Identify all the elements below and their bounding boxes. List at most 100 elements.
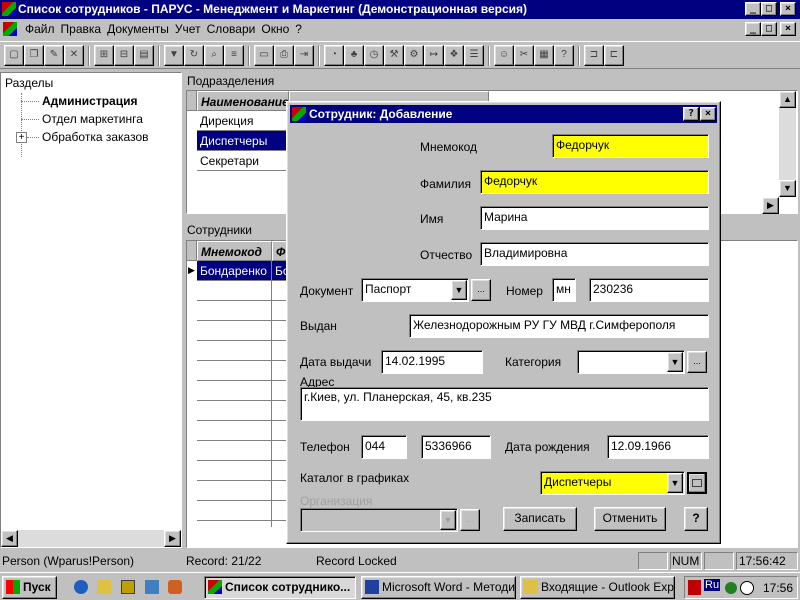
window-title-bar[interactable]: Список сотрудников - ПАРУС - Менеджмент …	[0, 0, 800, 19]
child-close-button[interactable]: ×	[780, 22, 796, 36]
cancel-button[interactable]: Отменить	[594, 507, 666, 531]
number-series-input[interactable]: мн	[552, 278, 576, 302]
maximize-button[interactable]: □	[761, 2, 777, 16]
minimize-button[interactable]: _	[745, 2, 761, 16]
edit-record-icon[interactable]: ✎	[44, 45, 64, 66]
child-maximize-button[interactable]: □	[761, 22, 777, 36]
clock-icon[interactable]: ◷	[364, 45, 384, 66]
quicklaunch-channels-icon[interactable]	[145, 580, 159, 594]
catalog-select[interactable]: Диспетчеры	[540, 471, 685, 495]
start-button[interactable]: Пуск	[2, 576, 57, 599]
delete-record-icon[interactable]: ✕	[64, 45, 84, 66]
quicklaunch-desktop-icon[interactable]	[121, 580, 135, 594]
users-icon[interactable]: ☺	[494, 45, 514, 66]
export-icon[interactable]: ⇥	[294, 45, 314, 66]
tools-icon[interactable]: ⚒	[384, 45, 404, 66]
window-tile-icon[interactable]: ⊏	[604, 45, 624, 66]
tree-item-marketing[interactable]: Отдел маркетинга	[42, 112, 143, 126]
menu-file[interactable]: Файл	[22, 19, 58, 39]
category-dropdown-icon[interactable]: ▼	[667, 352, 683, 372]
mnemocode-input[interactable]: Федорчук	[552, 134, 709, 158]
document-browse-button[interactable]: ...	[471, 279, 491, 301]
tray-clock-icon[interactable]	[740, 581, 754, 595]
help-icon[interactable]: ?	[554, 45, 574, 66]
left-scroll-right-button[interactable]: ▶	[164, 530, 181, 547]
dept-scroll-up-button[interactable]: ▲	[779, 91, 796, 108]
row-props-icon[interactable]: ▤	[134, 45, 154, 66]
dept-scroll-down-button[interactable]: ▼	[779, 180, 796, 197]
close-button[interactable]: ×	[780, 2, 796, 16]
task-employees-list[interactable]: Список сотруднико...	[204, 576, 356, 599]
dialog-help-button[interactable]: ?	[683, 107, 699, 121]
tray-clock[interactable]: 17:56	[763, 581, 793, 595]
left-scrollbar-track[interactable]	[18, 530, 164, 547]
dialog-help-bottom-button[interactable]: ?	[684, 507, 708, 531]
quicklaunch-app-icon[interactable]	[168, 580, 182, 594]
insert-row-icon[interactable]: ⊞	[94, 45, 114, 66]
dept-vscroll-track[interactable]	[779, 108, 796, 180]
address-input[interactable]: г.Киев, ул. Планерская, 45, кв.235	[300, 387, 709, 421]
report-icon[interactable]: ▭	[254, 45, 274, 66]
number-input[interactable]: 230236	[589, 278, 709, 302]
child-minimize-button[interactable]: _	[745, 22, 761, 36]
jump-icon[interactable]: ↦	[424, 45, 444, 66]
relations-icon[interactable]: ❖	[444, 45, 464, 66]
name-input[interactable]: Марина	[480, 206, 709, 230]
organization-dropdown-icon[interactable]: ▼	[440, 510, 456, 530]
document-dropdown-icon[interactable]: ▼	[451, 280, 467, 300]
menu-edit[interactable]: Правка	[58, 19, 105, 39]
tree-item-administration[interactable]: Администрация	[42, 94, 137, 108]
copy-record-icon[interactable]: ❐	[24, 45, 44, 66]
surname-input[interactable]: Федорчук	[480, 170, 709, 194]
window-cascade-icon[interactable]: ⊐	[584, 45, 604, 66]
tree-expand-icon[interactable]: +	[16, 132, 27, 143]
issued-by-input[interactable]: Железнодорожным РУ ГУ МВД г.Симферополя	[409, 314, 709, 338]
new-record-icon[interactable]: ▢	[4, 45, 24, 66]
link-icon[interactable]: ⚙	[404, 45, 424, 66]
menu-window[interactable]: Окно	[258, 19, 292, 39]
organization-browse-button[interactable]: ...	[460, 509, 480, 531]
notes-icon[interactable]: ☰	[464, 45, 484, 66]
app-icon[interactable]	[2, 2, 16, 16]
dept-scroll-right-button[interactable]: ▶	[762, 197, 779, 214]
chart-icon[interactable]: ◔	[324, 45, 344, 66]
phone-code-input[interactable]: 044	[361, 435, 407, 459]
department-row[interactable]: Секретари	[197, 151, 289, 171]
catalog-dropdown-icon[interactable]: ▼	[667, 473, 683, 493]
task-outlook[interactable]: Входящие - Outlook Expr...	[520, 576, 675, 599]
birth-date-input[interactable]: 12.09.1966	[607, 435, 709, 459]
document-icon[interactable]	[3, 22, 17, 36]
add-row-icon[interactable]: ⊟	[114, 45, 134, 66]
organization-select[interactable]	[300, 508, 458, 532]
employee-row-mnemocode[interactable]: Бондаренко	[197, 261, 272, 281]
menu-documents[interactable]: Документы	[104, 19, 172, 39]
tray-network-icon[interactable]	[725, 582, 737, 594]
refresh-icon[interactable]: ↻	[184, 45, 204, 66]
left-scroll-left-button[interactable]: ◀	[1, 530, 18, 547]
phone-input[interactable]: 5336966	[421, 435, 491, 459]
patronymic-input[interactable]: Владимировна	[480, 242, 709, 266]
database-icon[interactable]: ≡	[224, 45, 244, 66]
tree-icon[interactable]: ♣	[344, 45, 364, 66]
category-browse-button[interactable]: ...	[687, 351, 707, 373]
column-header-mnemocode[interactable]: Мнемокод	[197, 241, 272, 261]
department-row-selected[interactable]: Диспетчеры	[197, 131, 289, 151]
print-icon[interactable]: ⎙	[274, 45, 294, 66]
dialog-title-bar[interactable]: Сотрудник: Добавление ? ×	[290, 105, 717, 123]
tray-app-icon[interactable]	[688, 580, 701, 595]
quicklaunch-explorer-icon[interactable]	[74, 580, 88, 594]
calculator-icon[interactable]: ▦	[534, 45, 554, 66]
menu-help[interactable]: ?	[292, 19, 305, 39]
menu-dictionaries[interactable]: Словари	[204, 19, 259, 39]
menu-accounting[interactable]: Учет	[172, 19, 204, 39]
filter-icon[interactable]: ▼	[164, 45, 184, 66]
department-row[interactable]: Дирекция	[197, 111, 289, 131]
save-button[interactable]: Записать	[503, 507, 577, 531]
catalog-browse-button[interactable]	[687, 472, 707, 494]
tree-item-orders[interactable]: Обработка заказов	[42, 130, 149, 144]
column-header-name[interactable]: Наименование	[197, 91, 289, 111]
quicklaunch-outlook-icon[interactable]	[97, 580, 111, 594]
task-word[interactable]: Microsoft Word - Методи...	[361, 576, 516, 599]
dialog-close-button[interactable]: ×	[700, 107, 716, 121]
settings-icon[interactable]: ✂	[514, 45, 534, 66]
